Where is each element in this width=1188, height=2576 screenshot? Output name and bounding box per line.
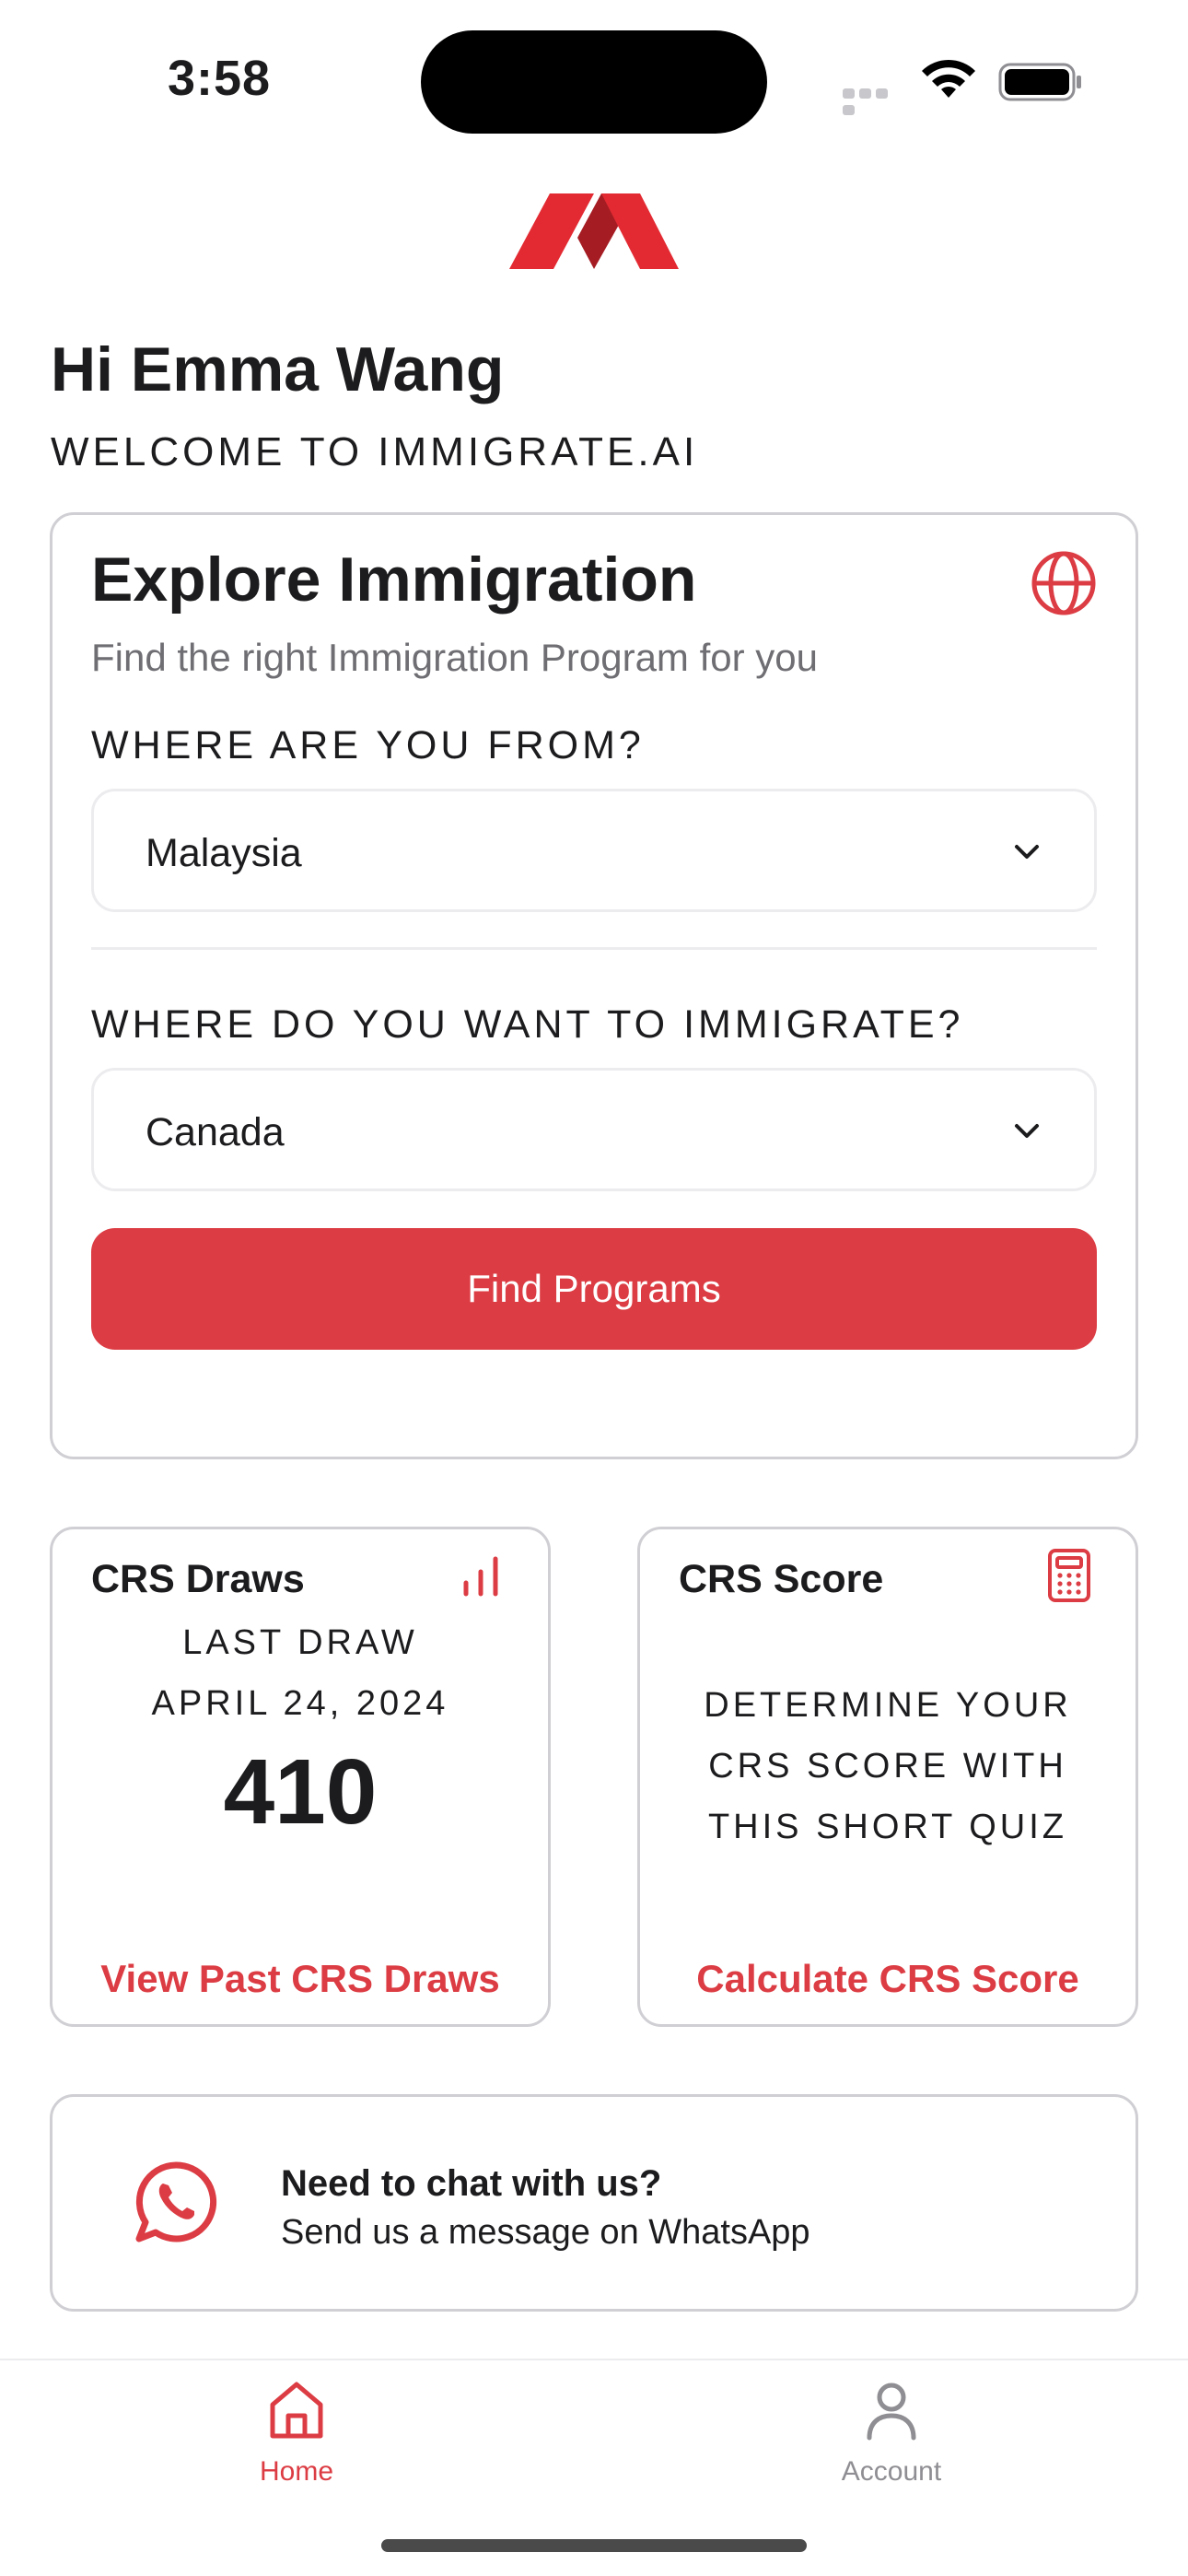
calculate-crs-score-link[interactable]: Calculate CRS Score (637, 1957, 1138, 2001)
destination-country-value: Canada (146, 1110, 285, 1154)
battery-icon (998, 63, 1081, 101)
tab-bar-divider (0, 2359, 1188, 2360)
origin-label: WHERE ARE YOU FROM? (91, 723, 645, 767)
origin-country-value: Malaysia (146, 831, 302, 875)
crs-draws-title: CRS Draws (91, 1557, 305, 1601)
tab-home-label: Home (259, 2456, 334, 2487)
explore-title: Explore Immigration (91, 544, 697, 615)
explore-subtitle: Find the right Immigration Program for y… (91, 636, 818, 679)
calculator-icon (1048, 1549, 1090, 1602)
home-indicator (381, 2539, 807, 2552)
crs-score-description: DETERMINE YOUR CRS SCORE WITH THIS SHORT… (704, 1686, 1072, 1846)
chat-subtitle: Send us a message on WhatsApp (281, 2213, 810, 2252)
destination-country-select[interactable]: Canada (91, 1068, 1097, 1191)
whatsapp-icon (135, 2161, 217, 2242)
destination-label: WHERE DO YOU WANT TO IMMIGRATE? (91, 1002, 964, 1047)
globe-icon (1031, 551, 1096, 615)
welcome-subtitle: WELCOME TO IMMIGRATE.AI (51, 429, 699, 474)
chevron-down-icon (1015, 845, 1039, 859)
last-draw-date: APRIL 24, 2024 (151, 1684, 449, 1723)
crs-score-title: CRS Score (679, 1557, 884, 1601)
section-divider (91, 947, 1097, 950)
status-time: 3:58 (168, 51, 272, 106)
wifi-icon (922, 59, 975, 98)
view-past-draws-link[interactable]: View Past CRS Draws (50, 1957, 551, 2001)
dynamic-island (421, 30, 767, 134)
tab-account[interactable]: Account (753, 2377, 1030, 2488)
greeting-title: Hi Emma Wang (51, 334, 505, 404)
find-programs-button[interactable]: Find Programs (91, 1228, 1097, 1350)
chevron-down-icon (1015, 1124, 1039, 1138)
last-draw-score: 410 (223, 1740, 378, 1844)
app-logo (509, 193, 679, 269)
home-icon (270, 2382, 323, 2439)
tab-home[interactable]: Home (158, 2377, 435, 2488)
tab-account-label: Account (841, 2456, 942, 2487)
chat-title: Need to chat with us? (281, 2163, 662, 2204)
bar-chart-icon (463, 1556, 498, 1597)
cellular-signal-icon (843, 87, 905, 115)
last-draw-label: LAST DRAW (182, 1623, 418, 1662)
person-icon (867, 2383, 916, 2441)
origin-country-select[interactable]: Malaysia (91, 789, 1097, 912)
